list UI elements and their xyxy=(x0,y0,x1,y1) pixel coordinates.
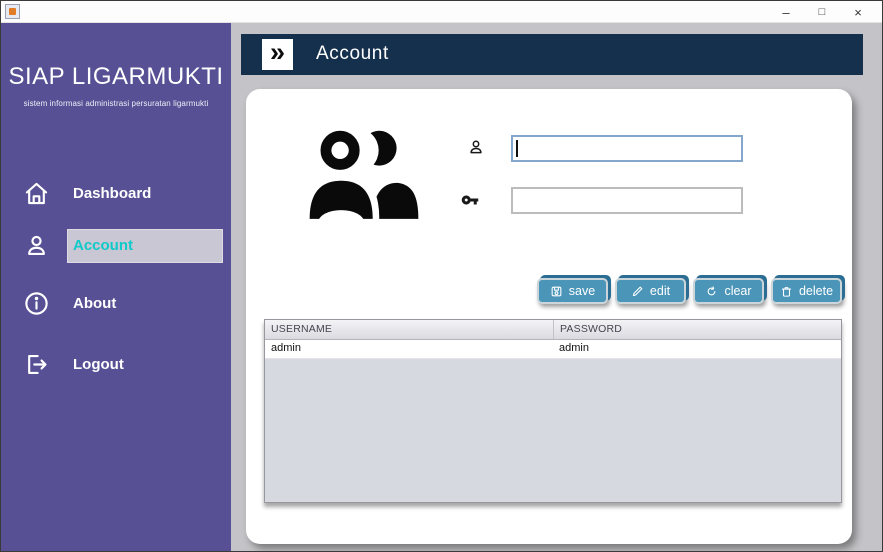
user-icon xyxy=(23,232,50,259)
toolbar: save edit clear xyxy=(537,278,842,304)
cell-username: admin xyxy=(265,340,553,358)
maximize-button[interactable]: □ xyxy=(804,1,840,23)
sidebar-item-account[interactable]: Account xyxy=(1,228,231,264)
cell-password: admin xyxy=(553,340,841,358)
clear-icon xyxy=(705,285,718,298)
sidebar-item-dashboard[interactable]: Dashboard xyxy=(1,176,231,212)
main-area: » Account xyxy=(231,23,883,552)
edit-button[interactable]: edit xyxy=(615,278,686,304)
page-header: » Account xyxy=(241,34,863,75)
close-button[interactable]: × xyxy=(840,1,876,23)
save-button-label: save xyxy=(569,284,595,298)
group-icon xyxy=(304,121,424,221)
sidebar-item-label: Logout xyxy=(73,356,124,373)
user-icon xyxy=(467,138,485,156)
accounts-table: USERNAME PASSWORD admin admin xyxy=(264,319,842,503)
sidebar-item-label: Account xyxy=(73,237,133,254)
table-row[interactable]: admin admin xyxy=(265,340,841,359)
sidebar-item-label: Dashboard xyxy=(73,185,151,202)
clear-button[interactable]: clear xyxy=(693,278,764,304)
save-icon xyxy=(550,285,563,298)
delete-icon xyxy=(780,285,793,298)
app-window: – □ × SIAP LIGARMUKTI sistem informasi a… xyxy=(0,0,883,552)
username-input[interactable] xyxy=(511,135,743,162)
info-icon xyxy=(23,290,50,317)
double-chevron-icon: » xyxy=(262,39,293,70)
column-header-username: USERNAME xyxy=(265,320,553,339)
app-subtitle: sistem informasi administrasi persuratan… xyxy=(1,99,231,108)
sidebar: SIAP LIGARMUKTI sistem informasi adminis… xyxy=(1,23,231,552)
title-bar[interactable]: – □ × xyxy=(1,1,882,23)
page-title: Account xyxy=(316,43,389,65)
edit-button-label: edit xyxy=(650,284,670,298)
column-header-password: PASSWORD xyxy=(553,320,841,339)
sidebar-item-about[interactable]: About xyxy=(1,286,231,322)
java-app-icon xyxy=(5,4,20,19)
logout-icon xyxy=(23,351,50,378)
home-icon xyxy=(23,180,50,207)
minimize-button[interactable]: – xyxy=(768,1,804,23)
app-title: SIAP LIGARMUKTI xyxy=(1,63,231,91)
text-caret xyxy=(516,140,518,157)
edit-icon xyxy=(631,285,644,298)
password-input[interactable] xyxy=(511,187,743,214)
key-icon xyxy=(459,191,481,209)
sidebar-item-logout[interactable]: Logout xyxy=(1,347,231,383)
content-card: save edit clear xyxy=(246,89,852,544)
table-header: USERNAME PASSWORD xyxy=(265,320,841,340)
save-button[interactable]: save xyxy=(537,278,608,304)
delete-button-label: delete xyxy=(799,284,833,298)
sidebar-item-label: About xyxy=(73,295,116,312)
delete-button[interactable]: delete xyxy=(771,278,842,304)
clear-button-label: clear xyxy=(724,284,751,298)
